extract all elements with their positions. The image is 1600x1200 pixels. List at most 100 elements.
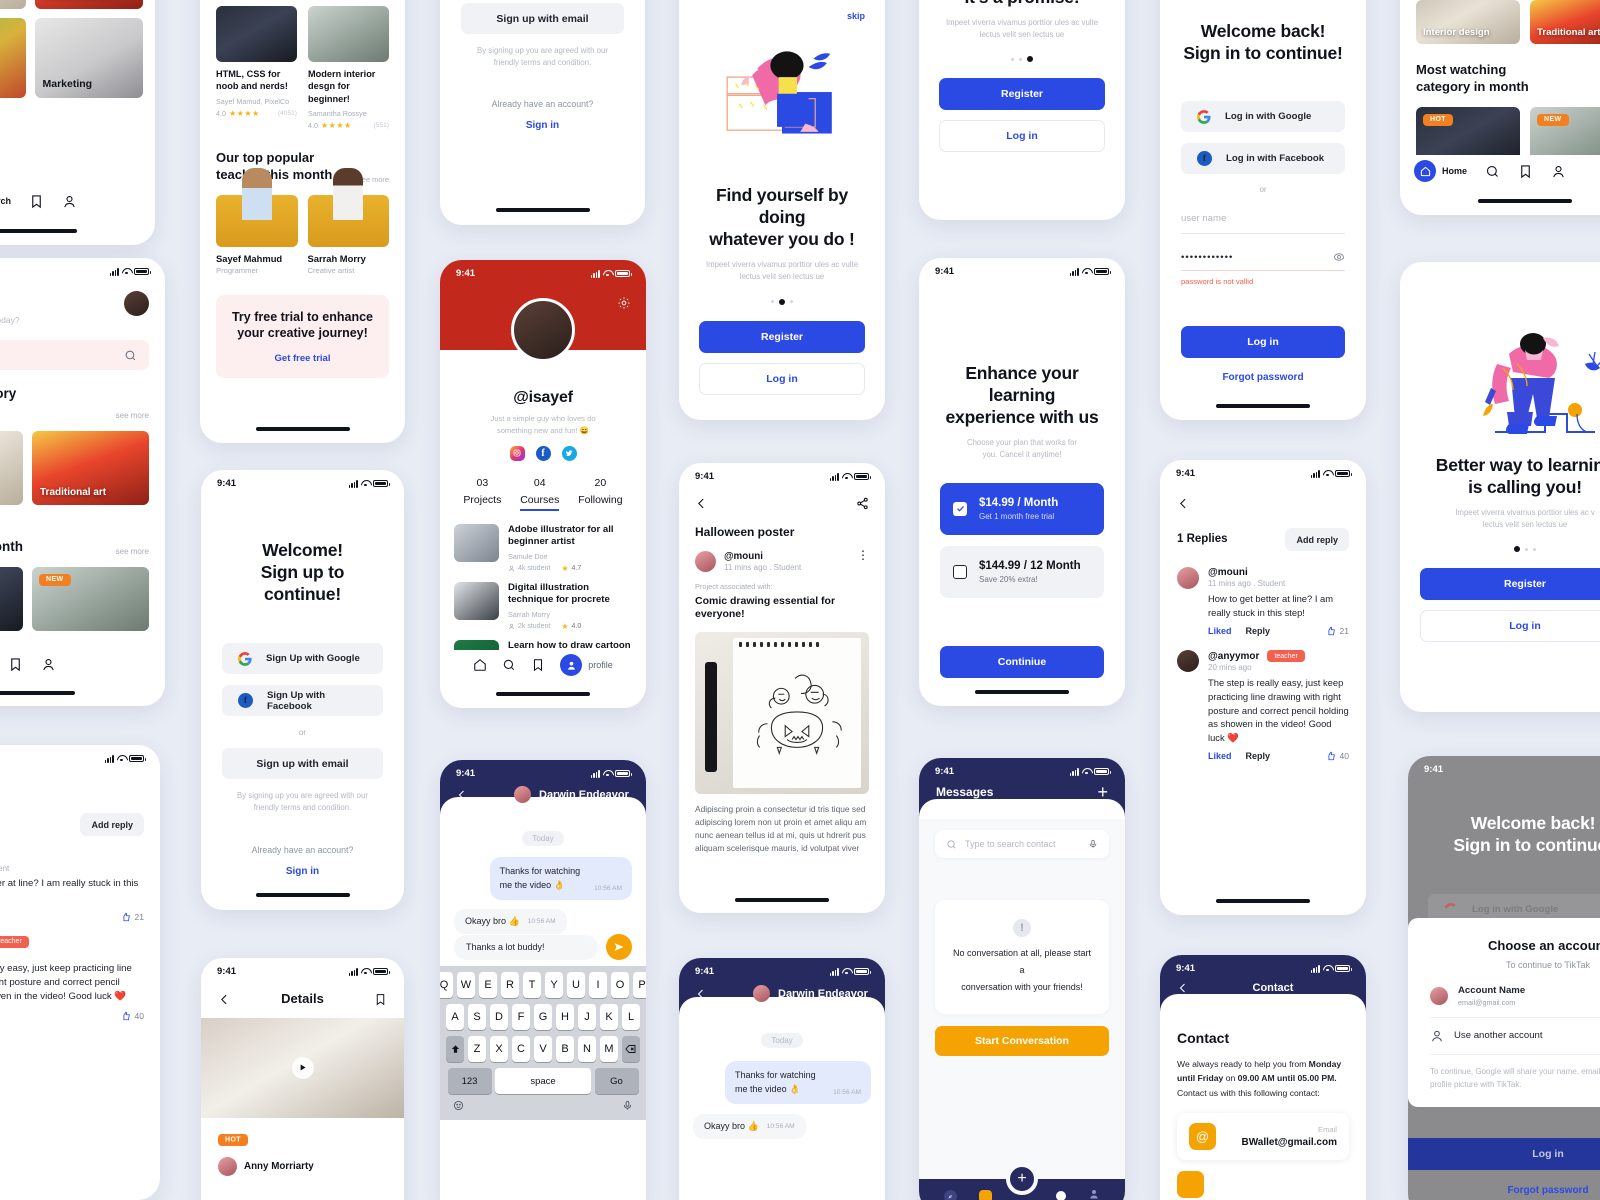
key[interactable]: I [588, 972, 608, 998]
back-icon[interactable] [1177, 982, 1189, 994]
profile-avatar[interactable] [511, 298, 575, 362]
liked-button[interactable]: Liked [1208, 751, 1232, 761]
forgot-password-link[interactable]: Forgot password [1507, 1185, 1588, 1196]
key[interactable]: W [456, 972, 476, 998]
more-options-icon[interactable]: ⋮ [857, 549, 869, 561]
category-card-animation[interactable]: Animation [0, 18, 26, 98]
stat-projects[interactable]: 03 Projects [463, 477, 501, 511]
category-card-marketing[interactable]: Marketing [34, 18, 143, 98]
bookmark-icon[interactable] [8, 657, 23, 672]
key[interactable]: V [533, 1036, 553, 1062]
key[interactable]: C [511, 1036, 531, 1062]
login-facebook-button[interactable]: f Log in with Facebook [1181, 143, 1345, 175]
back-icon[interactable] [695, 988, 707, 1000]
add-reply-button[interactable]: Add reply [80, 813, 144, 836]
category-card-interior[interactable]: Interior design [0, 431, 23, 506]
home-icon[interactable] [473, 658, 487, 672]
dot-active[interactable] [1027, 56, 1033, 63]
key[interactable]: P [632, 972, 646, 998]
video-preview[interactable] [201, 1017, 404, 1118]
key[interactable]: Z [467, 1036, 487, 1062]
login-button[interactable]: Log in [1420, 610, 1600, 643]
contact-avatar[interactable] [514, 786, 531, 803]
nav-profile-active[interactable]: profile [560, 654, 613, 676]
category-card-interior[interactable]: Interior design [0, 0, 26, 9]
key[interactable]: E [478, 972, 498, 998]
profile-icon[interactable] [1551, 164, 1566, 179]
course-thumb-new[interactable]: NEW [32, 566, 149, 631]
nav-home-active[interactable]: Home [1414, 160, 1467, 182]
continue-button[interactable]: Continiue [940, 645, 1104, 678]
checkbox-checked[interactable] [953, 501, 967, 516]
signup-google-button[interactable]: Sign Up with Google [222, 643, 383, 675]
login-button[interactable]: Log in [939, 120, 1105, 153]
search-icon[interactable] [502, 658, 516, 672]
avatar[interactable] [1177, 567, 1199, 589]
back-icon[interactable] [218, 993, 231, 1006]
dot[interactable] [1019, 57, 1022, 61]
key[interactable]: O [610, 972, 630, 998]
teacher-card[interactable]: Sayef Mahmud Programmer [216, 168, 298, 275]
reply-button[interactable]: Reply [1246, 626, 1271, 636]
use-another-account-row[interactable]: Use another account [1430, 1029, 1600, 1055]
author-name[interactable]: Anny Morriarty [244, 1161, 314, 1172]
dot[interactable] [1533, 547, 1536, 551]
key[interactable]: J [577, 1004, 597, 1030]
eye-toggle-icon[interactable] [1333, 251, 1345, 263]
bookmark-icon[interactable] [531, 658, 545, 672]
go-key[interactable]: Go [594, 1068, 639, 1094]
key[interactable]: R [500, 972, 520, 998]
post-image[interactable] [695, 631, 869, 794]
skip-link[interactable]: skip [847, 11, 865, 21]
key[interactable]: H [555, 1004, 575, 1030]
notification-icon[interactable] [1056, 1191, 1066, 1200]
signup-email-button[interactable]: Sign up with email [222, 748, 383, 780]
backspace-key[interactable] [621, 1036, 641, 1062]
dot[interactable] [790, 300, 793, 304]
forgot-password-link[interactable]: Forgot password [1181, 372, 1345, 383]
search-input[interactable]: Graphic illustration [0, 340, 149, 371]
twitter-icon[interactable] [561, 445, 577, 461]
dot[interactable] [771, 300, 774, 304]
login-google-button[interactable]: Log in with Google [1181, 101, 1345, 133]
category-card-interior[interactable]: Interior design [1416, 0, 1520, 44]
reply-button[interactable]: Reply [1246, 751, 1271, 761]
liked-button[interactable]: Liked [1208, 626, 1232, 636]
category-card-traditional[interactable]: Traditional art [32, 431, 149, 506]
numbers-key[interactable]: 123 [447, 1068, 492, 1094]
dot-active[interactable] [1514, 546, 1520, 553]
key[interactable]: F [511, 1004, 531, 1030]
message-input[interactable]: Thanks a lot buddy! [454, 934, 598, 960]
checkbox-unchecked[interactable] [953, 564, 967, 579]
key[interactable]: X [489, 1036, 509, 1062]
category-card-traditional[interactable]: Traditional art [1530, 0, 1600, 44]
login-button-dimmed[interactable]: Log in [1408, 1138, 1600, 1170]
username-field[interactable]: user name [1181, 208, 1345, 235]
chat-icon-active[interactable] [979, 1189, 992, 1200]
play-icon[interactable] [291, 1056, 314, 1079]
post-author[interactable]: @mouni [724, 551, 849, 562]
dot[interactable] [1011, 57, 1014, 61]
mic-icon[interactable] [622, 1098, 633, 1116]
key[interactable]: Y [544, 972, 564, 998]
bookmark-icon[interactable] [1518, 164, 1533, 179]
login-button[interactable]: Log in [699, 362, 865, 395]
dot-active[interactable] [779, 298, 785, 305]
back-icon[interactable] [456, 789, 468, 801]
bookmark-icon[interactable] [374, 993, 387, 1006]
reply-author[interactable]: @mouni [1208, 567, 1349, 578]
stat-courses[interactable]: 04 Courses [520, 477, 560, 511]
avatar[interactable] [124, 291, 149, 316]
get-free-trial-link[interactable]: Get free trial [226, 353, 379, 364]
profile-icon[interactable] [62, 194, 77, 209]
plan-option-monthly[interactable]: $14.99 / Month Get 1 month free trial [940, 482, 1104, 535]
course-card[interactable]: HTML, CSS for noob and nerds! Sayef Mamu… [216, 6, 297, 130]
search-icon[interactable] [1485, 164, 1500, 179]
course-thumb-hot[interactable]: HOT [0, 566, 23, 631]
key[interactable]: N [577, 1036, 597, 1062]
instagram-icon[interactable] [509, 445, 525, 461]
key[interactable]: K [599, 1004, 619, 1030]
add-conversation-icon[interactable]: + [1097, 783, 1108, 800]
course-list-item[interactable]: Adobe illustrator for all beginner artis… [454, 523, 632, 573]
register-button[interactable]: Register [1420, 568, 1600, 601]
